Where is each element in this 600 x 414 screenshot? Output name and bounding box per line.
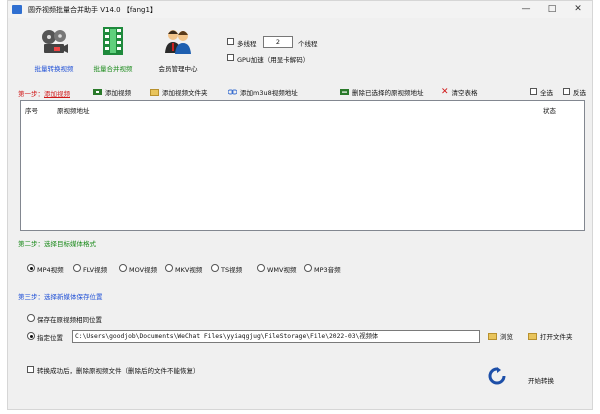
- delete-after-label: 转换成功后，删除原视频文件（删除后的文件不能恢复）: [37, 367, 200, 375]
- format-mp3-label: MP3音频: [314, 266, 341, 274]
- add-m3u8-label: 添加m3u8视频地址: [240, 89, 298, 97]
- open-folder-label: 打开文件夹: [540, 333, 573, 341]
- folder-icon: [150, 88, 159, 96]
- maximize-button[interactable]: □: [539, 2, 565, 16]
- clear-table-label: 清空表格: [451, 89, 478, 97]
- save-path-input[interactable]: C:\Users\goodjob\Documents\WeChat Files\…: [72, 330, 480, 343]
- step1-prefix: 第一步：: [18, 90, 44, 98]
- add-video-label: 添加视频: [105, 89, 131, 97]
- format-mp3-radio[interactable]: [304, 264, 312, 272]
- save-custom-radio[interactable]: [27, 332, 35, 340]
- users-icon: [165, 30, 191, 54]
- select-all-checkbox[interactable]: [530, 88, 537, 95]
- batch-convert-label: 批量转换视频: [34, 65, 74, 73]
- select-all-label: 全选: [540, 89, 553, 97]
- step1-label: 添加视频: [44, 90, 70, 98]
- col-index: 序号: [25, 107, 38, 115]
- step1-title: 第一步：添加视频: [18, 88, 70, 98]
- thread-unit-label: 个线程: [298, 40, 318, 48]
- format-ts-radio[interactable]: [211, 264, 219, 272]
- app-window: 圆乔视频批量合并助手 V14.0 【fang1】 — □ ✕ 批量转换视频 批量…: [7, 0, 593, 410]
- video-list[interactable]: 序号 原视频地址 状态: [20, 100, 585, 231]
- film-reel-icon: [42, 30, 68, 53]
- film-strip-icon: [103, 27, 123, 55]
- open-folder-button[interactable]: 打开文件夹: [528, 331, 573, 341]
- delete-icon: [340, 89, 349, 95]
- col-status: 状态: [543, 107, 556, 115]
- add-folder-button[interactable]: 添加视频文件夹: [150, 87, 208, 97]
- format-flv-radio[interactable]: [73, 264, 81, 272]
- minimize-button[interactable]: —: [513, 2, 539, 16]
- delete-selected-label: 删除已选择的原视频地址: [352, 89, 424, 97]
- save-custom-label: 指定位置: [37, 334, 63, 342]
- app-icon: [12, 5, 22, 14]
- clear-x-icon: ✕: [441, 87, 449, 97]
- gpu-checkbox[interactable]: [227, 54, 234, 61]
- format-wmv-radio[interactable]: [257, 264, 265, 272]
- save-same-radio[interactable]: [27, 314, 35, 322]
- title-bar: 圆乔视频批量合并助手 V14.0 【fang1】 — □ ✕: [8, 1, 592, 18]
- batch-convert-button[interactable]: 批量转换视频: [24, 25, 84, 77]
- gpu-label: GPU加速（用显卡解码）: [237, 56, 310, 64]
- add-folder-label: 添加视频文件夹: [162, 89, 208, 97]
- refresh-icon: [488, 367, 506, 385]
- step3-title: 第三步：选择新媒体保存位置: [18, 293, 103, 301]
- format-mov-label: MOV视频: [129, 266, 158, 274]
- add-video-button[interactable]: 添加视频: [93, 87, 131, 97]
- link-icon: [228, 89, 237, 95]
- delete-selected-button[interactable]: 删除已选择的原视频地址: [340, 87, 424, 97]
- member-center-button[interactable]: 会员管理中心: [148, 25, 208, 77]
- browse-label: 浏览: [500, 333, 513, 341]
- col-source: 原视频地址: [57, 107, 90, 115]
- batch-merge-button[interactable]: 批量合并视频: [83, 25, 143, 77]
- start-button[interactable]: 开始转换: [488, 367, 568, 391]
- add-m3u8-button[interactable]: 添加m3u8视频地址: [228, 87, 298, 97]
- format-mov-radio[interactable]: [119, 264, 127, 272]
- open-folder-icon: [528, 332, 537, 340]
- save-same-label: 保存在原视频相同位置: [37, 316, 102, 324]
- format-mkv-radio[interactable]: [165, 264, 173, 272]
- browse-folder-icon: [488, 332, 497, 340]
- format-ts-label: TS视频: [221, 266, 243, 274]
- format-mp4-radio[interactable]: [27, 264, 35, 272]
- clear-table-button[interactable]: ✕ 清空表格: [441, 87, 478, 97]
- invert-label: 反选: [573, 89, 586, 97]
- batch-merge-label: 批量合并视频: [93, 65, 133, 73]
- format-mkv-label: MKV视频: [175, 266, 203, 274]
- format-mp4-label: MP4视频: [37, 266, 64, 274]
- browse-button[interactable]: 浏览: [488, 331, 513, 341]
- multithread-label: 多线程: [237, 40, 257, 48]
- window-title: 圆乔视频批量合并助手 V14.0 【fang1】: [28, 6, 157, 14]
- format-flv-label: FLV视频: [83, 266, 108, 274]
- thread-count-stepper[interactable]: 2: [263, 36, 293, 48]
- member-center-label: 会员管理中心: [158, 65, 198, 73]
- close-button[interactable]: ✕: [565, 2, 591, 16]
- format-wmv-label: WMV视频: [267, 266, 297, 274]
- multithread-checkbox[interactable]: [227, 38, 234, 45]
- add-video-icon: [93, 89, 102, 95]
- start-label: 开始转换: [528, 377, 554, 385]
- invert-checkbox[interactable]: [563, 88, 570, 95]
- step2-title: 第二步：选择目标媒体格式: [18, 240, 96, 248]
- delete-after-checkbox[interactable]: [27, 366, 34, 373]
